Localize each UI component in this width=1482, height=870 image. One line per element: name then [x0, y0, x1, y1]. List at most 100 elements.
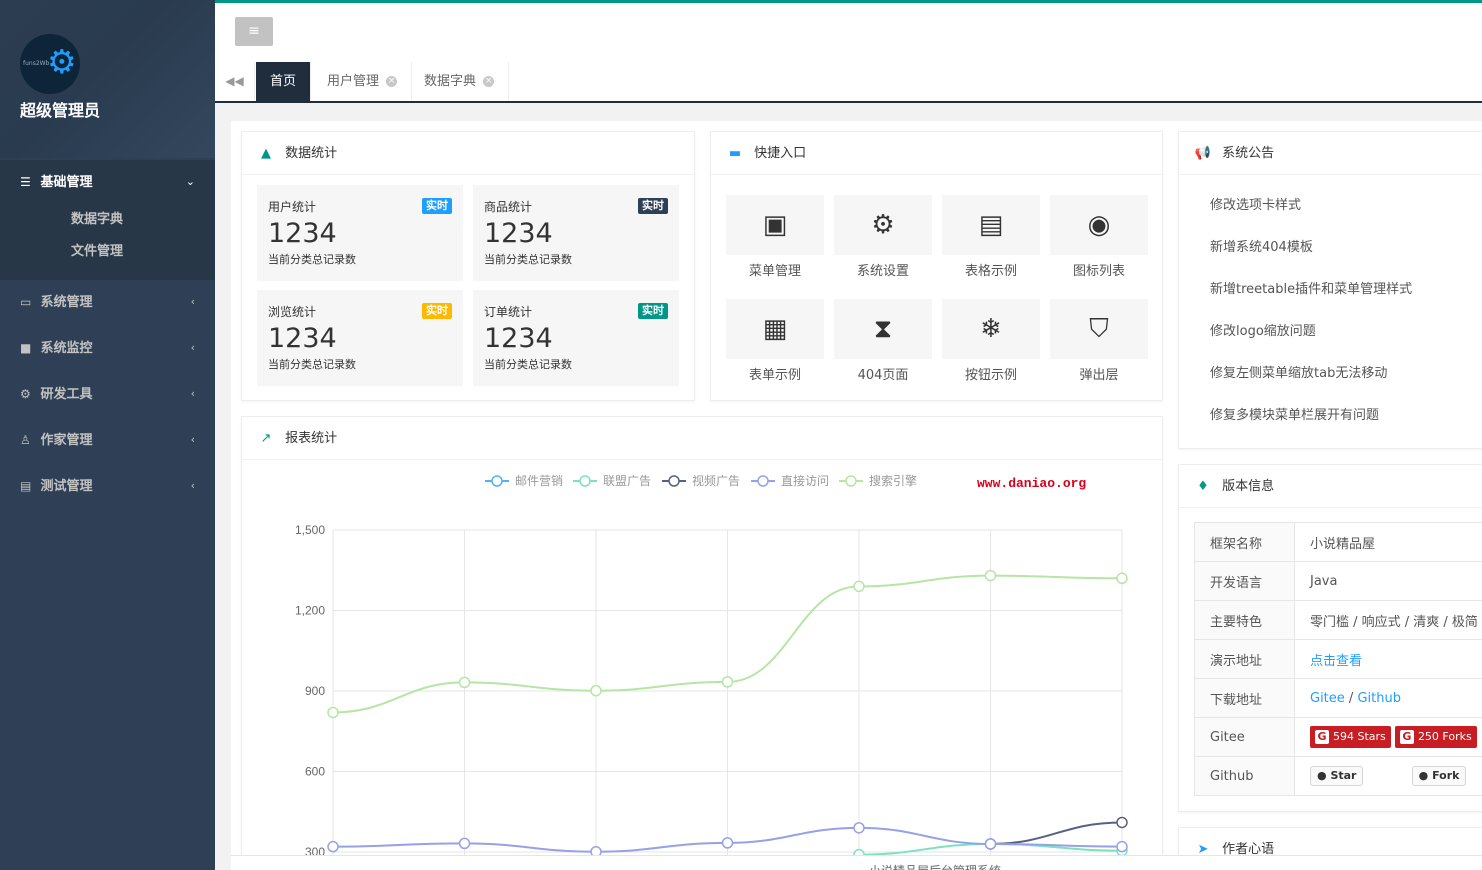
chart-legend: 邮件营销 联盟广告 视频广告 直接访问 搜索引擎	[485, 473, 917, 488]
card-title: 快捷入口	[754, 146, 807, 161]
main-content: ▲ 数据统计 用户统计 实时 1234 当前分类总记录数 商品统计 实时 123…	[231, 121, 1482, 870]
close-icon[interactable]: ×	[483, 76, 495, 87]
tab-label: 首页	[270, 74, 297, 89]
data-point	[1116, 840, 1128, 853]
stat-value: 1234	[268, 218, 337, 249]
folder-icon: ▤	[20, 479, 32, 493]
version-key: 框架名称	[1194, 522, 1295, 562]
sidebar: funs2Wb ⚙ 超级管理员 ☰ 基础管理 ⌄ 数据字典 文件管理 ▭ 系统管…	[0, 0, 215, 870]
gitee-stars-badge[interactable]: G 594 Stars	[1310, 726, 1391, 748]
stat-products: 商品统计 实时 1234 当前分类总记录数	[473, 185, 679, 281]
sidebar-item-system[interactable]: ▭ 系统管理 ‹	[0, 279, 215, 325]
legend-swatch-dot	[757, 475, 769, 487]
github-star-button[interactable]: ● Star	[1310, 766, 1364, 786]
logo-text: funs2Wb	[23, 60, 50, 67]
stat-desc: 当前分类总记录数	[484, 358, 572, 371]
tab-bar: ◀◀ 首页 用户管理 × 数据字典 ×	[215, 62, 1482, 103]
notice-item[interactable]: 新增treetable插件和菜单管理样式	[1179, 269, 1482, 311]
stat-views: 浏览统计 实时 1234 当前分类总记录数	[257, 290, 463, 386]
sidebar-item-label: 系统监控	[40, 341, 93, 356]
card-title: 报表统计	[285, 431, 338, 446]
table-row: 框架名称 小说精品屋	[1194, 522, 1482, 562]
quick-404-page[interactable]: ⧗ 404页面	[834, 299, 932, 383]
quick-label: 系统设置	[856, 264, 909, 279]
data-point	[327, 706, 339, 719]
tab-data-dictionary[interactable]: 数据字典 ×	[410, 62, 510, 101]
status-badge: 实时	[422, 198, 452, 214]
monitor-icon: ▭	[20, 295, 32, 309]
snowflake-icon: ❄	[942, 299, 1040, 359]
quick-form-example[interactable]: ▦ 表单示例	[726, 299, 824, 383]
gitee-download-link[interactable]: Gitee	[1310, 691, 1345, 706]
quick-button-example[interactable]: ❄ 按钮示例	[942, 299, 1040, 383]
version-value: G 594 Stars G 250 Forks	[1294, 717, 1482, 757]
window-icon: ▣	[726, 195, 824, 255]
sidebar-subitem-dict[interactable]: 数据字典	[20, 204, 215, 236]
quick-system-settings[interactable]: ⚙ 系统设置	[834, 195, 932, 279]
fire-icon: ♦	[1197, 479, 1209, 494]
logo[interactable]: funs2Wb ⚙	[20, 34, 80, 94]
stat-value: 1234	[484, 218, 553, 249]
notice-item[interactable]: 修改logo缩放问题	[1179, 311, 1482, 353]
sidebar-logo-area: funs2Wb ⚙ 超级管理员	[0, 0, 215, 158]
version-value: Gitee / Github	[1294, 678, 1482, 718]
stat-desc: 当前分类总记录数	[268, 358, 356, 371]
version-value: Java	[1294, 561, 1482, 601]
sidebar-item-monitor[interactable]: ■ 系统监控 ‹	[0, 325, 215, 371]
version-table: 框架名称 小说精品屋 开发语言 Java 主要特色 零门槛 / 响应式 / 清爽…	[1194, 522, 1482, 796]
notice-item[interactable]: 修复左侧菜单缩放tab无法移动	[1179, 353, 1482, 395]
watermark-text: www.daniao.org	[977, 476, 1086, 491]
legend-swatch-dot	[579, 475, 591, 487]
sidebar-item-devtools[interactable]: ⚙ 研发工具 ‹	[0, 371, 215, 417]
version-card-header: ♦ 版本信息	[1179, 465, 1482, 508]
sidebar-item-label: 测试管理	[40, 479, 93, 494]
quick-menu-management[interactable]: ▣ 菜单管理	[726, 195, 824, 279]
legend-swatch-dot	[668, 475, 680, 487]
hourglass-icon: ⧗	[834, 299, 932, 359]
quick-icon-list[interactable]: ◉ 图标列表	[1050, 195, 1148, 279]
notice-item[interactable]: 修改选项卡样式	[1179, 185, 1482, 227]
stat-desc: 当前分类总记录数	[268, 253, 356, 266]
gears-icon: ⚙	[834, 195, 932, 255]
notice-item[interactable]: 修复多模块菜单栏展开有问题	[1179, 395, 1482, 437]
sidebar-item-writers[interactable]: ♙ 作家管理 ‹	[0, 417, 215, 463]
version-key: 演示地址	[1194, 639, 1295, 679]
link-separator: /	[1344, 690, 1358, 706]
table-row: 主要特色 零门槛 / 响应式 / 清爽 / 极简	[1194, 600, 1482, 640]
sidebar-subitem-files[interactable]: 文件管理	[20, 236, 215, 268]
file-icon: ▤	[942, 195, 1040, 255]
notice-item[interactable]: 新增系统404模板	[1179, 227, 1482, 269]
card-title: 数据统计	[285, 146, 338, 161]
tab-home[interactable]: 首页	[256, 62, 312, 101]
chart-grid	[332, 529, 1123, 870]
gitee-forks-badge[interactable]: G 250 Forks	[1394, 726, 1477, 748]
close-icon[interactable]: ×	[386, 76, 398, 87]
tab-user-management[interactable]: 用户管理 ×	[313, 62, 413, 101]
tab-scroll-left-button[interactable]: ◀◀	[215, 62, 255, 101]
footer-text: 小说精品屋后台管理系统	[869, 862, 1001, 870]
version-key: 下载地址	[1194, 678, 1295, 718]
sidebar-item-label: 系统管理	[40, 295, 93, 310]
sidebar-item-basic-header[interactable]: ☰ 基础管理 ⌄	[20, 160, 215, 204]
warning-icon: ▲	[261, 146, 271, 161]
github-fork-button[interactable]: ● Fork	[1411, 766, 1467, 786]
user-icon: ♙	[20, 433, 31, 447]
series-line	[990, 821, 1123, 845]
sidebar-item-test[interactable]: ▤ 测试管理 ‹	[0, 463, 215, 509]
forks-count: 250 Forks	[1417, 730, 1472, 743]
report-card-header: ↗ 报表统计	[242, 417, 1162, 460]
report-card: ↗ 报表统计 邮件营销 联盟广告 视频广告 直接访问 搜索引擎 www.daniao.o…	[241, 416, 1163, 870]
demo-link[interactable]: 点击查看	[1310, 654, 1362, 669]
sidebar-toggle-button[interactable]: ≡	[235, 17, 273, 46]
quick-card-header: ▬ 快捷入口	[711, 132, 1162, 175]
tab-label: 数据字典	[424, 74, 477, 89]
data-point	[458, 837, 471, 850]
quick-table-example[interactable]: ▤ 表格示例	[942, 195, 1040, 279]
github-download-link[interactable]: Github	[1357, 691, 1401, 706]
notice-list: 修改选项卡样式 新增系统404模板 新增treetable插件和菜单管理样式 修…	[1179, 175, 1482, 437]
table-row: 开发语言 Java	[1194, 561, 1482, 601]
quick-popup-layer[interactable]: ⛉ 弹出层	[1050, 299, 1148, 383]
y-tick-label: 1,500	[295, 523, 325, 537]
version-key: Gitee	[1194, 717, 1295, 757]
card-title: 系统公告	[1222, 146, 1275, 161]
